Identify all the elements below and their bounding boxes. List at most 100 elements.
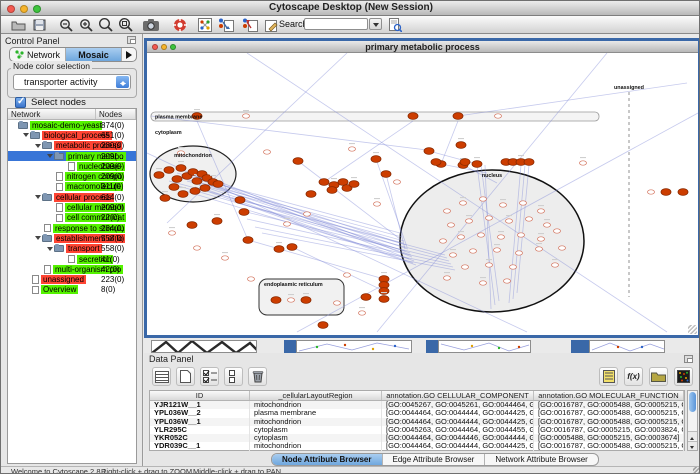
- background-window-fragment[interactable]: [284, 340, 296, 353]
- graph-node[interactable]: [243, 114, 250, 118]
- tab-overflow-arrow-icon[interactable]: [122, 48, 136, 61]
- app-resize-grip[interactable]: [693, 467, 700, 474]
- search-dropdown-icon[interactable]: [369, 18, 382, 30]
- tree-row[interactable]: macromolecule311(0): [8, 182, 136, 192]
- graph-node[interactable]: [486, 216, 493, 220]
- table-row[interactable]: YKR052Ccytoplasm[GO:0044464, GO:0044446,…: [150, 434, 684, 442]
- graph-node-selected[interactable]: [318, 322, 328, 329]
- graph-edge[interactable]: [187, 181, 404, 241]
- graph-node[interactable]: [559, 246, 566, 250]
- graph-node-selected[interactable]: [408, 113, 418, 120]
- graph-node-selected[interactable]: [327, 187, 337, 194]
- graph-node[interactable]: [580, 161, 587, 165]
- graph-edge[interactable]: [185, 191, 409, 259]
- graph-node-selected[interactable]: [192, 178, 202, 185]
- graph-node[interactable]: [284, 222, 291, 226]
- expand-arrow-icon[interactable]: [33, 141, 42, 151]
- graph-node-selected[interactable]: [164, 167, 174, 174]
- background-window-fragment[interactable]: [438, 340, 531, 353]
- graph-node[interactable]: [516, 251, 523, 255]
- expand-arrow-icon[interactable]: [33, 192, 42, 202]
- graph-node-selected[interactable]: [213, 181, 223, 188]
- float-panel-icon[interactable]: [684, 355, 693, 363]
- graph-node-selected[interactable]: [160, 195, 170, 202]
- column-header[interactable]: annotation.GO MOLECULAR_FUNCTION: [534, 391, 684, 400]
- region-nucleus[interactable]: [400, 170, 584, 312]
- graph-node[interactable]: [248, 277, 255, 281]
- column-header[interactable]: ID: [150, 391, 250, 400]
- graph-edge[interactable]: [248, 240, 384, 279]
- function-builder-icon[interactable]: f(x): [624, 367, 643, 386]
- graph-node[interactable]: [526, 217, 533, 221]
- graph-edge[interactable]: [458, 83, 687, 116]
- graph-node[interactable]: [444, 209, 451, 213]
- zoom-selected-icon[interactable]: [117, 17, 134, 32]
- graph-node[interactable]: [648, 190, 655, 194]
- graph-node-selected[interactable]: [306, 191, 316, 198]
- background-window-fragment[interactable]: [296, 340, 412, 353]
- graph-node[interactable]: [349, 147, 356, 151]
- zoom-in-icon[interactable]: [77, 17, 94, 32]
- graph-node[interactable]: [466, 219, 473, 223]
- tab-network-attribute-browser[interactable]: Network Attribute Browser: [485, 454, 597, 465]
- open-file-icon[interactable]: [10, 17, 27, 32]
- graph-node[interactable]: [500, 203, 507, 207]
- snapshot-camera-icon[interactable]: [142, 17, 159, 32]
- graph-node[interactable]: [552, 263, 559, 267]
- graph-node-selected[interactable]: [456, 142, 466, 149]
- tab-edge-attribute-browser[interactable]: Edge Attribute Browser: [383, 454, 486, 465]
- graph-node[interactable]: [440, 239, 447, 243]
- graph-node-selected[interactable]: [293, 158, 303, 165]
- save-icon[interactable]: [31, 17, 48, 32]
- graph-node[interactable]: [222, 256, 229, 260]
- graph-node-selected[interactable]: [431, 159, 441, 166]
- expand-arrow-icon[interactable]: [33, 233, 42, 243]
- table-row[interactable]: YPL036W__2plasma membrane[GO:0044464, GO…: [150, 409, 684, 417]
- graph-node-selected[interactable]: [381, 171, 391, 178]
- graph-node-selected[interactable]: [200, 185, 210, 192]
- graph-node[interactable]: [460, 201, 467, 205]
- graph-node[interactable]: [462, 265, 469, 269]
- graph-node[interactable]: [506, 219, 513, 223]
- graph-node[interactable]: [510, 265, 517, 269]
- network-canvas[interactable]: plasma membranecytoplasmmitochondrionnuc…: [147, 53, 698, 335]
- graph-node-selected[interactable]: [172, 176, 182, 183]
- graph-node-selected[interactable]: [379, 288, 389, 295]
- network-overview-icon[interactable]: [196, 17, 213, 32]
- graph-node[interactable]: [374, 202, 381, 206]
- attribute-matrix-icon[interactable]: [674, 367, 693, 386]
- background-window-fragment[interactable]: [426, 340, 438, 353]
- tree-row[interactable]: secretion41(0): [8, 254, 136, 264]
- graph-node[interactable]: [536, 247, 543, 251]
- float-panel-icon[interactable]: [127, 36, 136, 44]
- table-row[interactable]: YDR039C__1mitochondrion[GO:0044464, GO:0…: [150, 442, 684, 450]
- column-header[interactable]: _cellularLayoutRegion: [250, 391, 382, 400]
- scroll-up-icon[interactable]: [688, 431, 697, 440]
- graph-node-selected[interactable]: [424, 148, 434, 155]
- graph-node[interactable]: [518, 233, 525, 237]
- graph-node[interactable]: [554, 229, 561, 233]
- graph-node-selected[interactable]: [274, 246, 284, 253]
- background-window-fragment[interactable]: [589, 340, 665, 353]
- select-nodes-checkbox[interactable]: [15, 97, 26, 108]
- help-lifering-icon[interactable]: [171, 17, 188, 32]
- graph-edge[interactable]: [167, 53, 347, 223]
- graph-node[interactable]: [538, 209, 545, 213]
- graph-node-selected[interactable]: [212, 218, 222, 225]
- graph-node-selected[interactable]: [154, 172, 164, 179]
- graph-node-selected[interactable]: [524, 159, 534, 166]
- expand-arrow-icon[interactable]: [45, 151, 54, 161]
- graph-node[interactable]: [169, 231, 176, 235]
- tree-row[interactable]: unassigned223(0): [8, 274, 136, 284]
- graph-node[interactable]: [194, 246, 201, 250]
- graph-node[interactable]: [444, 276, 451, 280]
- graph-node-selected[interactable]: [472, 161, 482, 168]
- graph-node[interactable]: [494, 248, 501, 252]
- graph-node[interactable]: [394, 180, 401, 184]
- graph-node-selected[interactable]: [319, 179, 329, 186]
- tree-row[interactable]: metabolic process280(0): [8, 141, 136, 151]
- tree-row[interactable]: biological_process651(0): [8, 130, 136, 140]
- graph-node[interactable]: [520, 201, 527, 205]
- graph-node-selected[interactable]: [301, 297, 311, 304]
- graph-node[interactable]: [334, 301, 341, 305]
